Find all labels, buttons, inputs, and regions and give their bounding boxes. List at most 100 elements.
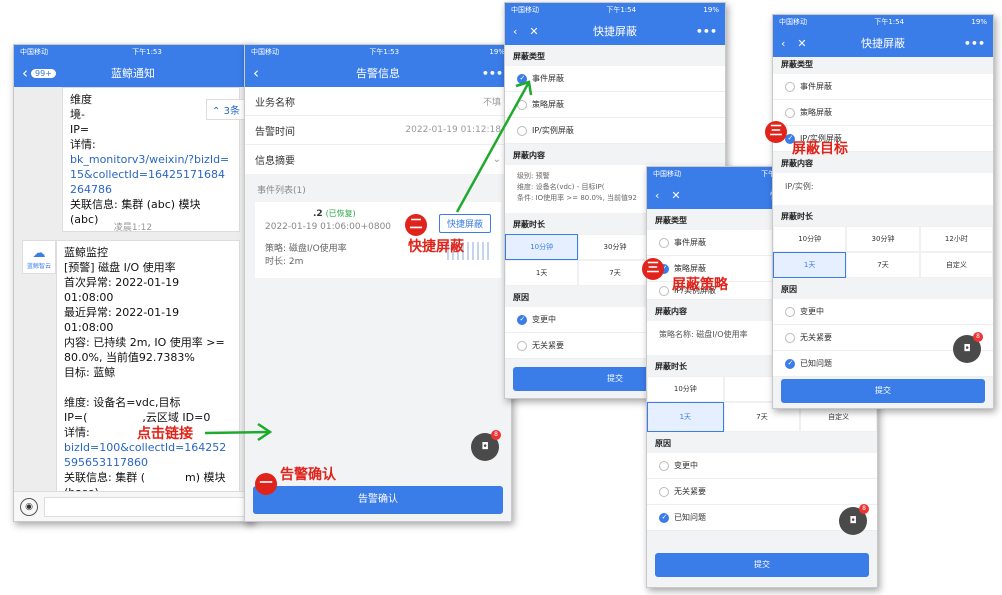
- step-badge: 三: [642, 258, 664, 280]
- type-option[interactable]: 策略屏蔽: [773, 100, 993, 126]
- duration-option[interactable]: 10分钟: [505, 234, 579, 260]
- duration-grid: 10分钟 30分钟 12小时 1天 7天 自定义: [773, 226, 993, 278]
- more-icon[interactable]: •••: [696, 25, 717, 38]
- reason-option-label: 变更中: [674, 461, 698, 470]
- type-option[interactable]: 事件屏蔽: [773, 74, 993, 100]
- back-icon[interactable]: ‹: [781, 37, 785, 50]
- content-box: IP/实例:: [773, 173, 993, 205]
- back-icon[interactable]: ‹: [655, 189, 659, 202]
- radio-checked-icon: [517, 314, 527, 325]
- radio-icon: [659, 460, 669, 471]
- info-list: 业务名称 不填 告警时间 2022-01-19 01:12:18 信息摘要 ⌄: [245, 87, 511, 174]
- radio-icon: [785, 306, 795, 317]
- reason-option-label: 变更中: [532, 315, 556, 324]
- step-badge: 二: [405, 214, 427, 236]
- reason-option[interactable]: 变更中: [773, 299, 993, 325]
- summary-label: 信息摘要: [255, 156, 295, 167]
- radio-icon: [659, 285, 669, 296]
- radio-icon: [517, 125, 527, 136]
- step-badge: 一: [255, 473, 277, 495]
- msg-line: IP=(: [64, 411, 88, 424]
- close-icon[interactable]: ✕: [797, 37, 806, 50]
- message-input[interactable]: [44, 496, 246, 517]
- fab-button[interactable]: ◘ 8: [953, 332, 983, 363]
- close-icon[interactable]: ✕: [529, 25, 538, 38]
- battery: 19%: [489, 48, 505, 56]
- radio-icon: [517, 340, 527, 351]
- content-label: 屏蔽内容: [513, 151, 545, 160]
- duration-option[interactable]: 10分钟: [773, 226, 847, 252]
- cloud-icon: ☁: [32, 246, 46, 261]
- robot-icon: ◘: [963, 344, 971, 354]
- duration-option[interactable]: 1天: [773, 252, 847, 278]
- reason-option-label: 已知问题: [674, 513, 706, 522]
- step-label: 快捷屏蔽: [408, 239, 464, 255]
- avatar-label: 蓝鲸智云: [26, 263, 51, 270]
- reason-option[interactable]: 无关紧要: [647, 479, 877, 505]
- duration-option[interactable]: 7天: [578, 260, 652, 286]
- confirm-button[interactable]: 告警确认: [253, 486, 503, 514]
- reason-label: 原因: [781, 285, 797, 294]
- duration-option[interactable]: 10分钟: [647, 376, 724, 402]
- duration-option[interactable]: 30分钟: [578, 234, 652, 260]
- duration-option[interactable]: 自定义: [919, 252, 993, 278]
- time-label: 告警时间: [255, 126, 295, 138]
- nav-bar: ‹ 告警信息 •••: [245, 59, 511, 87]
- submit-button[interactable]: 提交: [781, 379, 985, 403]
- msg-line: 内容: 已持续 2m, IO 使用率 >= 80.0%, 当前值92.7383%: [64, 336, 225, 364]
- time-value: 2022-01-19 01:12:18: [405, 125, 501, 135]
- input-bar: ◉: [14, 491, 252, 521]
- fab-button[interactable]: ◘ 8: [471, 430, 501, 461]
- phone-alarm-info: 中国移动 下午1:53 19% ‹ 告警信息 ••• 业务名称 不填 告警时间 2022…: [244, 44, 512, 522]
- duration-option[interactable]: 30分钟: [846, 226, 920, 252]
- reason-option-label: 变更中: [800, 307, 824, 316]
- toast-label: 3条: [223, 106, 240, 117]
- detail-link[interactable]: bk_monitorv3/weixin/?bizId=15&collectId=…: [70, 152, 232, 197]
- radio-icon: [785, 81, 795, 92]
- fab-badge: 8: [973, 332, 983, 342]
- status-bar: 中国移动 下午1:54 19%: [505, 3, 725, 17]
- type-label: 屏蔽类型: [513, 52, 545, 61]
- timestamp: 凌晨1:12: [113, 223, 153, 233]
- clock: 下午1:53: [369, 48, 400, 56]
- summary-row[interactable]: 信息摘要 ⌄: [245, 145, 511, 174]
- close-icon[interactable]: ✕: [671, 189, 680, 202]
- type-option[interactable]: IP/实例屏蔽: [505, 118, 725, 144]
- more-icon[interactable]: •••: [482, 67, 503, 80]
- robot-icon: ◘: [849, 516, 857, 526]
- duration-option[interactable]: 7天: [846, 252, 920, 278]
- event-card[interactable]: .2 (已恢复) 2022-01-19 01:06:00+0800 策略: 磁盘…: [255, 202, 501, 278]
- type-option-label: 事件屏蔽: [800, 82, 832, 91]
- biz-label: 业务名称: [255, 97, 295, 109]
- duration-option[interactable]: 1天: [647, 402, 724, 432]
- battery: 19%: [703, 6, 719, 14]
- more-icon[interactable]: •••: [964, 37, 985, 50]
- new-msg-toast[interactable]: ⌃ 3条: [206, 99, 246, 120]
- msg-line: 详情:: [70, 138, 96, 151]
- clock: 下午1:53: [132, 48, 162, 56]
- carrier: 中国移动: [20, 48, 48, 56]
- duration-label: 屏蔽时长: [781, 212, 813, 221]
- type-option[interactable]: 策略屏蔽: [505, 92, 725, 118]
- submit-button[interactable]: 提交: [655, 553, 869, 577]
- detail-link[interactable]: bizId=100&collectId=164252595653117860: [64, 440, 232, 470]
- quick-mask-button[interactable]: 快捷屏蔽: [438, 214, 491, 233]
- content-line: IP/实例:: [785, 182, 814, 191]
- fab-button[interactable]: ◘ 8: [839, 504, 869, 535]
- robot-icon: ◘: [481, 442, 489, 452]
- double-chevron-up-icon: ⌃: [212, 106, 221, 117]
- reason-option[interactable]: 变更中: [647, 453, 877, 479]
- carrier: 中国移动: [251, 48, 279, 56]
- event-status: (已恢复): [325, 209, 356, 218]
- step-label: 告警确认: [280, 467, 336, 483]
- voice-icon[interactable]: ◉: [20, 497, 38, 516]
- carrier: 中国移动: [779, 18, 807, 26]
- type-option-label: 事件屏蔽: [532, 74, 564, 83]
- back-icon[interactable]: ‹: [513, 25, 517, 38]
- duration-option[interactable]: 1天: [505, 260, 579, 286]
- type-option[interactable]: 事件屏蔽: [505, 66, 725, 92]
- radio-icon: [517, 99, 527, 110]
- back-button[interactable]: ‹ 99+: [22, 64, 56, 82]
- duration-option[interactable]: 12小时: [919, 226, 993, 252]
- back-icon[interactable]: ‹: [253, 64, 259, 82]
